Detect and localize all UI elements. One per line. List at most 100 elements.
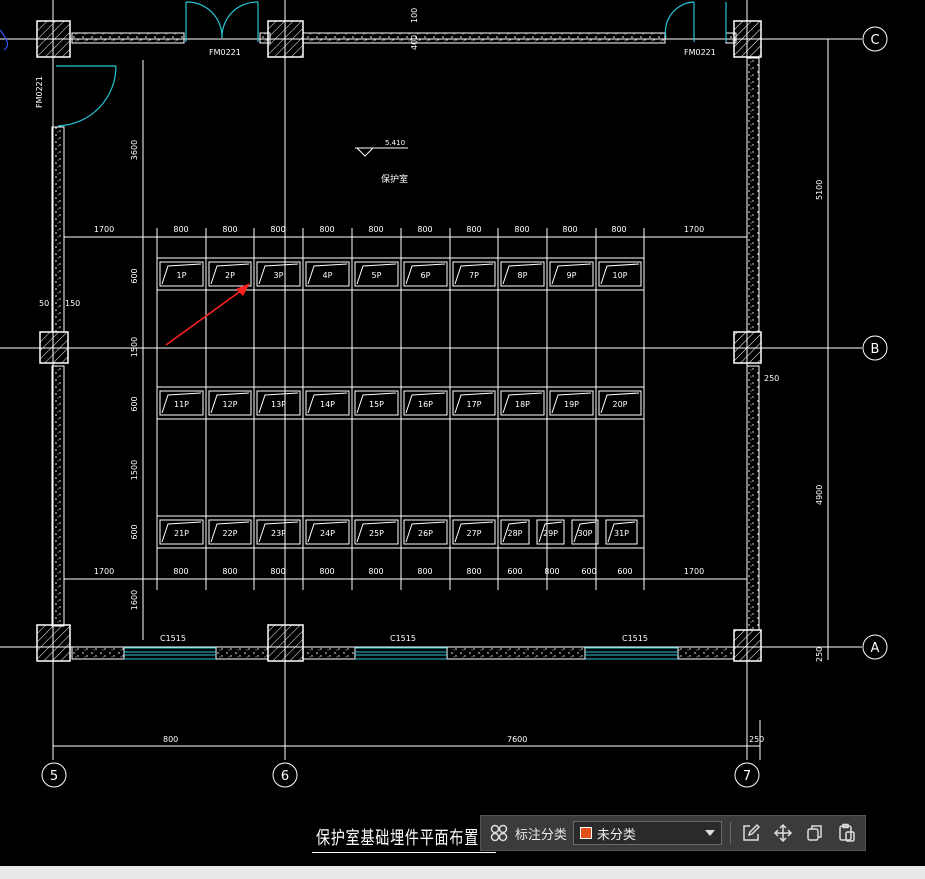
panel-label: 8P (518, 271, 528, 280)
embedded-panel: 17P (452, 390, 496, 416)
embedded-panel: 24P (305, 519, 350, 545)
top-dim: 1700 (94, 225, 114, 234)
dimension-texts: 1700 800 800 800 800 800 800 800 800 800 800 1700 17… (94, 140, 704, 610)
embedded-panel: 8P (500, 261, 545, 287)
panel-label: 19P (564, 400, 579, 409)
embedded-panel: 22P (208, 519, 252, 545)
embedded-panel: 4P (305, 261, 350, 287)
top-dim: 800 (466, 225, 481, 234)
bottom-dim: 800 (544, 567, 559, 576)
panel-label: 20P (612, 400, 627, 409)
top-dim: 800 (417, 225, 432, 234)
top-dim: 800 (368, 225, 383, 234)
status-bar (0, 866, 925, 879)
door-label: FM0221 (209, 48, 241, 57)
bottom-dim: 800 (417, 567, 432, 576)
embedded-panel: 14P (305, 390, 350, 416)
panel-label: 24P (320, 529, 335, 538)
dim-250b: 250 (815, 647, 824, 662)
dim-100: 100 (410, 8, 419, 23)
panel-label: 28P (507, 529, 522, 538)
panel-label: 7P (469, 271, 479, 280)
panel-label: 16P (418, 400, 433, 409)
embedded-panel: 13P (256, 390, 301, 416)
panel-label: 25P (369, 529, 384, 538)
axis-bubbles: C B A 5 6 7 (41, 26, 888, 788)
category-value: 未分类 (596, 827, 636, 843)
embedded-panel: 3P (256, 261, 301, 287)
panel-label: 21P (174, 529, 189, 538)
panel-label: 29P (543, 529, 558, 538)
bottom-dim: 800 (319, 567, 334, 576)
panel-label: 12P (222, 400, 237, 409)
door-label: FM0221 (35, 76, 44, 108)
bottom-dim: 800 (466, 567, 481, 576)
dim-4900: 4900 (815, 485, 824, 505)
dim-400: 400 (410, 35, 419, 50)
panel-label: 6P (421, 271, 431, 280)
embedded-panel: 30P (571, 519, 599, 545)
top-dim: 800 (319, 225, 334, 234)
panel-label: 15P (369, 400, 384, 409)
left-dim: 600 (130, 396, 139, 411)
move-icon[interactable] (771, 821, 795, 845)
panel-label: 30P (577, 529, 592, 538)
bottom-dim: 800 (270, 567, 285, 576)
paste-icon[interactable] (835, 821, 859, 845)
window-label: C1515 (160, 634, 186, 643)
bottom-dim: 800 (368, 567, 383, 576)
edit-icon[interactable] (739, 821, 763, 845)
embedded-panel: 26P (403, 519, 448, 545)
bottom-dim: 800 (222, 567, 237, 576)
grid-icon[interactable] (487, 821, 511, 845)
bottom-dim: 800 (173, 567, 188, 576)
door-labels: FM0221 FM0221 FM0221 (35, 48, 716, 108)
panel-label: 10P (612, 271, 627, 280)
category-label: 标注分类 (514, 827, 567, 843)
panel-label: 17P (466, 400, 481, 409)
panel-label: 11P (174, 400, 189, 409)
panel-label: 14P (320, 400, 335, 409)
top-dim: 800 (514, 225, 529, 234)
embedded-panel: 19P (549, 390, 594, 416)
toolbar-divider (730, 822, 732, 844)
panel-label: 23P (271, 529, 286, 538)
embedded-panel: 21P (159, 519, 204, 545)
panel-label: 1P (177, 271, 187, 280)
drawing-title: 保护室基础埋件平面布置 (316, 828, 480, 849)
cad-drawing-canvas[interactable]: FM0221 FM0221 FM0221 C1515 C1515 C1515 1… (0, 0, 925, 866)
drawing-title-underline (312, 852, 496, 853)
windows (124, 647, 678, 660)
embedded-panel: 1P (159, 261, 204, 287)
left-dim: 3600 (130, 140, 139, 160)
panel-label: 18P (515, 400, 530, 409)
panel-label: 31P (614, 529, 629, 538)
panel-label: 9P (567, 271, 577, 280)
walls (51, 32, 760, 660)
panel-label: 13P (271, 400, 286, 409)
panel-label: 26P (418, 529, 433, 538)
window-label: C1515 (390, 634, 416, 643)
top-dim: 800 (270, 225, 285, 234)
category-select[interactable]: 未分类 (572, 821, 723, 845)
axis-7: 7 (743, 769, 751, 784)
dimension-grid (63, 60, 748, 640)
dim-50: 50 (39, 299, 49, 308)
embedded-panel: 29P (536, 519, 565, 545)
embedded-panel: 18P (500, 390, 545, 416)
window-label: C1515 (622, 634, 648, 643)
door-label: FM0221 (684, 48, 716, 57)
copy-icon[interactable] (803, 821, 827, 845)
bottom-dim: 600 (507, 567, 522, 576)
embedded-panel: 5P (354, 261, 399, 287)
top-dim: 800 (173, 225, 188, 234)
bottom-dim: 1700 (94, 567, 114, 576)
embedded-panel: 2P (208, 261, 252, 287)
bottom-dim: 600 (617, 567, 632, 576)
dim-150: 150 (65, 299, 80, 308)
embedded-panel: 23P (256, 519, 301, 545)
left-dim: 1500 (130, 460, 139, 480)
window-labels: C1515 C1515 C1515 (160, 634, 648, 643)
axis-5: 5 (50, 769, 58, 784)
axis-lines (0, 0, 862, 760)
